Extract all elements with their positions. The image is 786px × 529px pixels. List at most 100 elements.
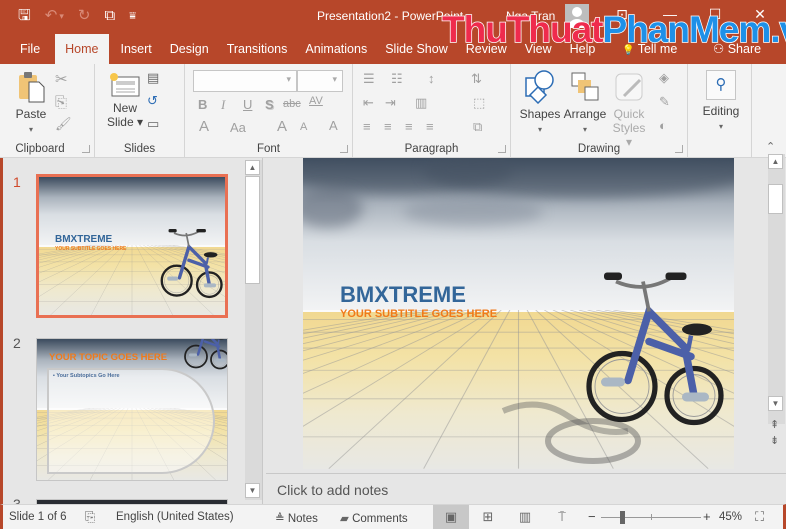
notes-pane[interactable]: Click to add notes <box>266 473 786 504</box>
editing-button[interactable]: ⚲ Editing ▾ <box>700 70 742 134</box>
justify-icon[interactable]: ≡ <box>426 119 434 134</box>
underline-icon[interactable]: U <box>243 97 252 112</box>
fit-slide-icon[interactable]: ⛶ <box>755 509 764 525</box>
decrease-indent-icon[interactable]: ⇤ <box>363 95 374 111</box>
character-spacing-icon[interactable]: AV <box>309 95 323 107</box>
strikethrough-icon[interactable]: abc <box>283 98 301 110</box>
zoom-out-button[interactable]: − <box>588 509 596 524</box>
scroll-down-button[interactable]: ▼ <box>245 483 260 498</box>
editor-scroll-down-button[interactable]: ▼ <box>768 396 783 411</box>
tab-insert[interactable]: Insert <box>112 34 161 64</box>
clipboard-dialog-launcher[interactable] <box>82 145 90 153</box>
scroll-thumb[interactable] <box>245 176 260 284</box>
section-icon[interactable]: ▭ <box>147 116 159 132</box>
line-spacing-icon[interactable]: ↕ <box>428 71 435 86</box>
tab-home[interactable]: Home <box>55 34 109 64</box>
new-slide-button[interactable]: New Slide ▾ <box>105 72 145 129</box>
shapes-button[interactable]: Shapes ▾ <box>519 70 561 137</box>
thumbnails-scrollbar[interactable]: ▲ ▼ <box>245 160 262 500</box>
increase-font-size-icon[interactable]: A <box>277 118 287 135</box>
ribbon-display-options-icon[interactable]: ⊡ <box>612 6 632 23</box>
editor-scroll-up-button[interactable]: ▲ <box>768 154 783 169</box>
drawing-dialog-launcher[interactable] <box>675 145 683 153</box>
close-icon[interactable]: ✕ <box>750 6 770 23</box>
accessibility-icon[interactable]: ⎘ <box>85 509 95 525</box>
undo-icon[interactable]: ↶ <box>45 6 58 26</box>
save-icon[interactable]: 🖫 <box>18 6 31 26</box>
slide-show-button[interactable]: ⍑ <box>544 505 580 529</box>
collapse-ribbon-icon[interactable]: ⌃ <box>766 140 775 153</box>
normal-view-button[interactable]: ▣ <box>433 505 469 529</box>
comments-button[interactable]: ▰ Comments <box>340 511 408 525</box>
center-icon[interactable]: ≡ <box>384 119 392 134</box>
tab-animations[interactable]: Animations <box>296 34 376 64</box>
notes-toggle-button[interactable]: ≜ Notes <box>275 511 318 525</box>
redo-icon[interactable]: ↻ <box>78 6 91 26</box>
user-name[interactable]: Nga Tran <box>506 9 555 23</box>
reset-icon[interactable]: ↺ <box>147 93 158 109</box>
share-button[interactable]: ⚇ Share <box>713 34 761 64</box>
customize-qat-icon[interactable]: ⩸ <box>129 6 136 26</box>
decrease-font-size-icon[interactable]: A <box>300 121 307 133</box>
slide-sorter-view-button[interactable]: ⊞ <box>470 505 506 529</box>
shape-fill-icon[interactable]: ◈ <box>659 70 669 86</box>
shape-effects-icon[interactable]: ◐ <box>659 118 667 133</box>
current-slide[interactable]: BMXTREME YOUR SUBTITLE GOES HERE <box>303 158 734 469</box>
editor-scroll-thumb[interactable] <box>768 184 783 214</box>
editor-scrollbar[interactable]: ▲ ▼ <box>768 154 785 424</box>
tab-design[interactable]: Design <box>161 34 218 64</box>
paste-button[interactable]: Paste ▾ <box>10 70 52 137</box>
shadow-icon[interactable]: S <box>265 97 274 112</box>
previous-slide-icon[interactable]: ⇞ <box>770 418 779 431</box>
tab-slide-show[interactable]: Slide Show <box>376 34 457 64</box>
font-color-icon[interactable]: A <box>199 118 209 135</box>
tell-me-box[interactable]: 💡 Tell me <box>622 34 677 64</box>
tab-help[interactable]: Help <box>561 34 605 64</box>
copy-icon[interactable]: ⎘ <box>55 94 67 111</box>
font-name-combobox[interactable] <box>193 70 297 92</box>
italic-icon[interactable]: I <box>221 97 225 113</box>
quick-styles-button[interactable]: Quick Styles ▾ <box>609 70 649 149</box>
arrange-button[interactable]: Arrange ▾ <box>561 70 609 137</box>
slide-thumbnail-1[interactable]: BMXTREME YOUR SUBTITLE GOES HERE <box>36 174 228 318</box>
slide-title[interactable]: BMXTREME <box>340 282 466 308</box>
cut-icon[interactable]: ✂ <box>55 70 68 88</box>
bullets-icon[interactable]: ☰ <box>363 71 375 87</box>
zoom-in-button[interactable]: + <box>703 509 711 524</box>
text-direction-icon[interactable]: ⇅ <box>471 71 482 87</box>
slide-subtitle[interactable]: YOUR SUBTITLE GOES HERE <box>340 308 497 320</box>
convert-to-smartart-icon[interactable]: ⧉ <box>473 119 482 135</box>
zoom-level[interactable]: 45% <box>719 511 742 523</box>
slide-thumbnail-2[interactable]: YOUR TOPIC GOES HERE ▪ Your Subtopics Go… <box>36 338 228 481</box>
maximize-icon[interactable]: ☐ <box>705 6 725 23</box>
tab-review[interactable]: Review <box>457 34 516 64</box>
tab-view[interactable]: View <box>516 34 561 64</box>
font-dialog-launcher[interactable] <box>340 145 348 153</box>
user-avatar[interactable] <box>565 4 589 28</box>
start-from-beginning-icon[interactable]: ⧉ <box>104 6 115 26</box>
scroll-up-button[interactable]: ▲ <box>245 160 260 175</box>
change-case-icon[interactable]: Aa <box>230 120 246 135</box>
shape-outline-icon[interactable]: ✎ <box>659 94 670 110</box>
next-slide-icon[interactable]: ⇟ <box>770 434 779 447</box>
columns-icon[interactable]: ▥ <box>415 95 427 111</box>
numbering-icon[interactable]: ☷ <box>391 71 403 87</box>
paragraph-dialog-launcher[interactable] <box>498 145 506 153</box>
clear-formatting-icon[interactable]: A <box>329 118 338 133</box>
format-painter-icon[interactable]: 🖌 <box>55 116 72 132</box>
zoom-slider-thumb[interactable] <box>620 511 625 524</box>
tab-file[interactable]: File <box>0 34 52 64</box>
paste-dropdown-icon[interactable]: ▾ <box>10 123 52 137</box>
font-size-combobox[interactable] <box>297 70 343 92</box>
bold-icon[interactable]: B <box>198 97 207 112</box>
layout-icon[interactable]: ▤ <box>147 70 159 86</box>
align-left-icon[interactable]: ≡ <box>363 119 371 134</box>
tab-transitions[interactable]: Transitions <box>218 34 297 64</box>
reading-view-button[interactable]: ▥ <box>507 505 543 529</box>
increase-indent-icon[interactable]: ⇥ <box>385 95 396 111</box>
notes-placeholder[interactable]: Click to add notes <box>277 482 388 498</box>
align-right-icon[interactable]: ≡ <box>405 119 413 134</box>
language-indicator[interactable]: English (United States) <box>116 511 234 523</box>
minimize-icon[interactable]: — <box>660 6 680 22</box>
align-text-icon[interactable]: ⬚ <box>473 95 485 111</box>
